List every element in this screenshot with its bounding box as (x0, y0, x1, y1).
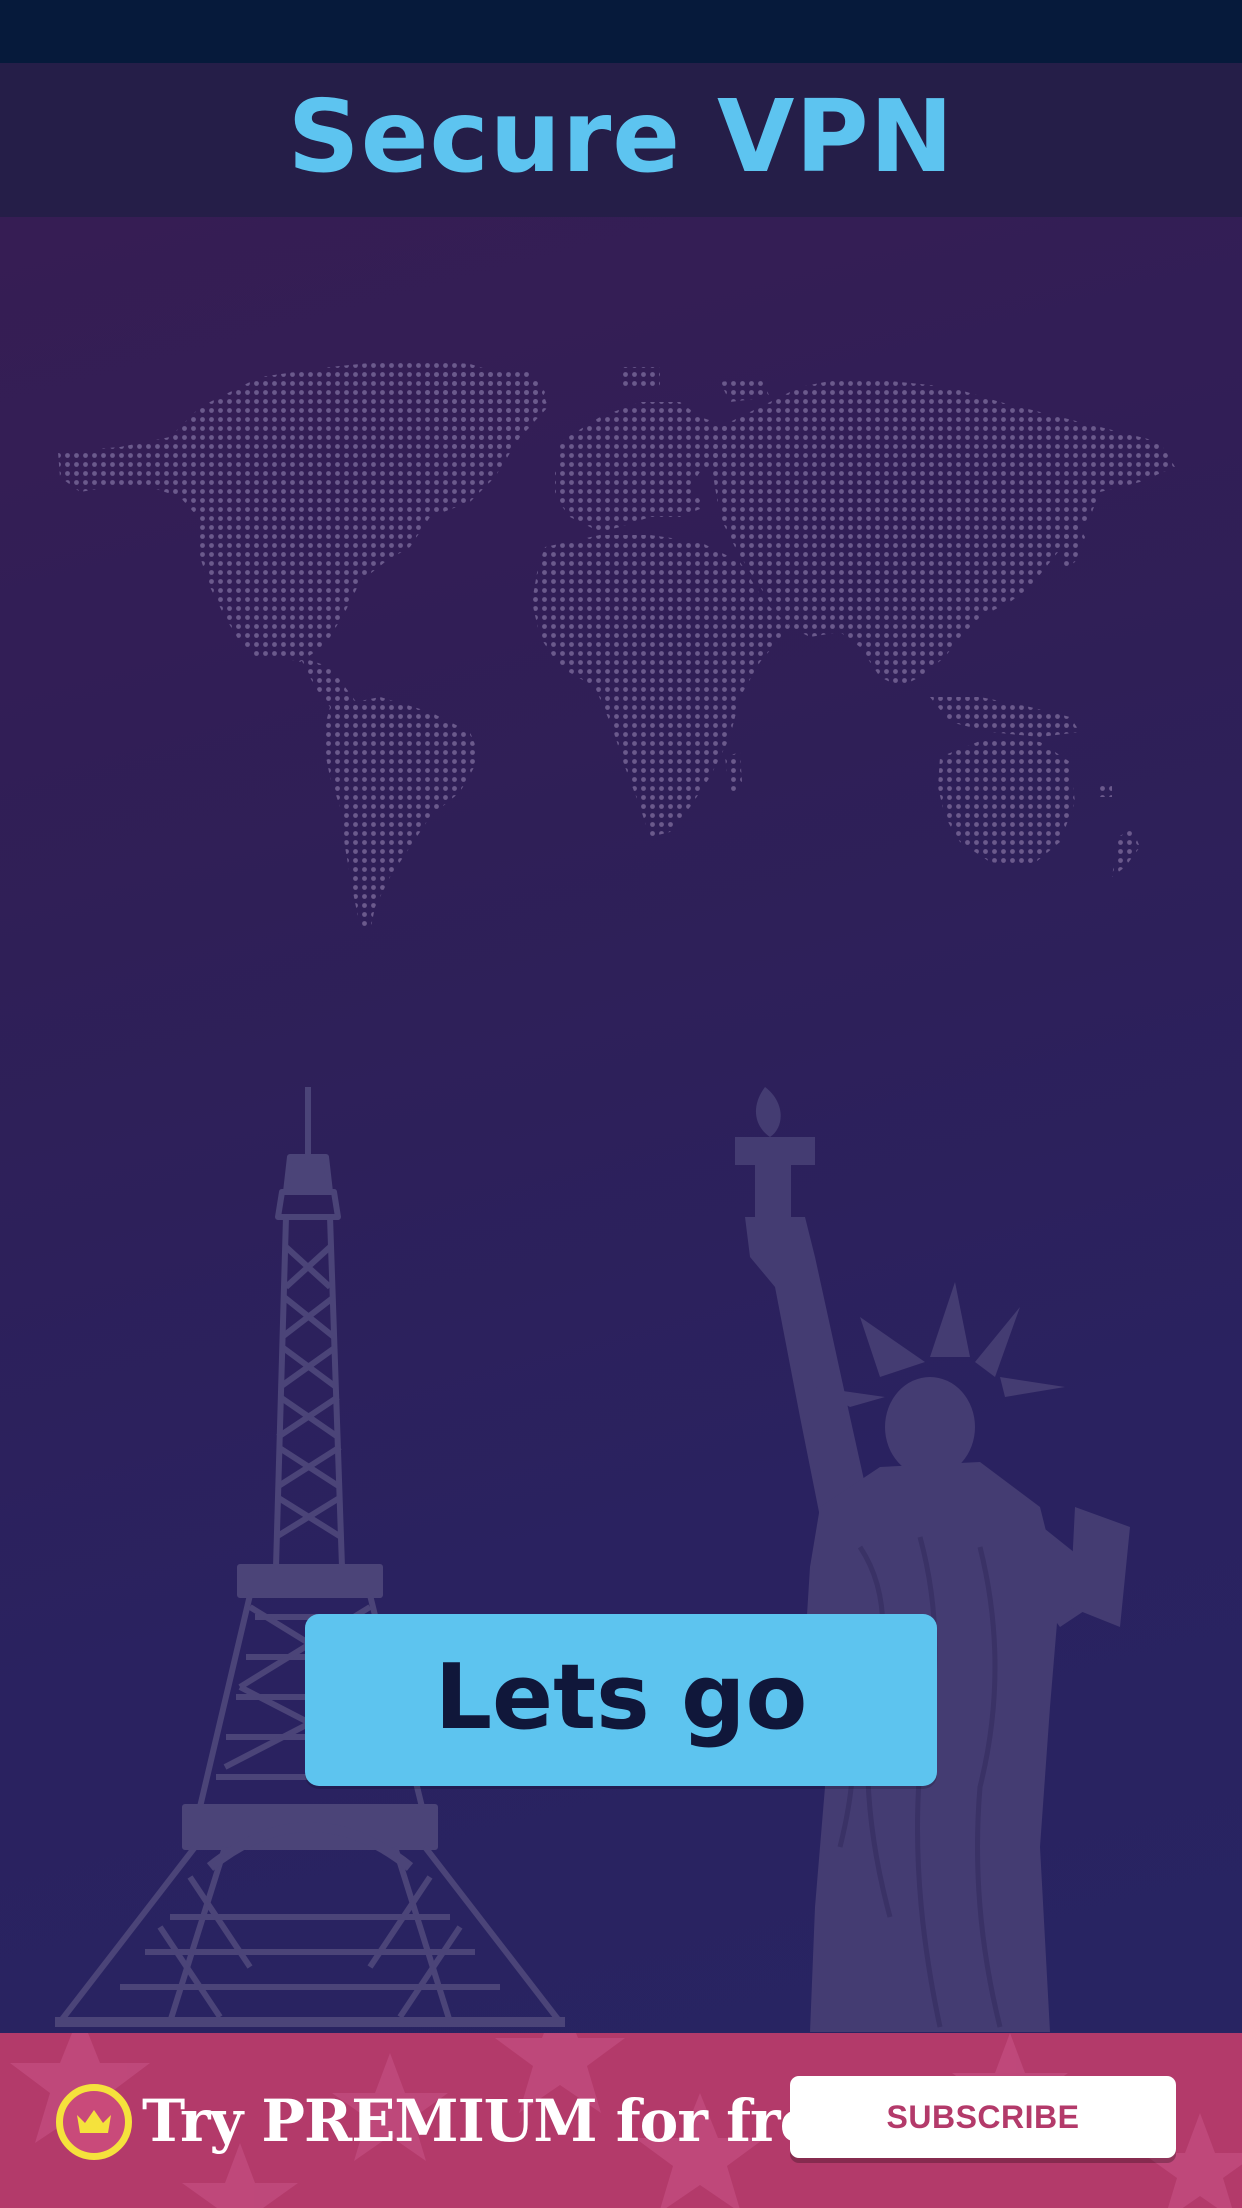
premium-promo-banner[interactable]: Try PREMIUM for free SUBSCRIBE (0, 2033, 1242, 2208)
crown-icon (56, 2084, 132, 2160)
app-title: Secure VPN (287, 78, 955, 195)
subscribe-button[interactable]: SUBSCRIBE (790, 2076, 1176, 2158)
lets-go-label: Lets go (434, 1645, 808, 1750)
statue-of-liberty-illustration (735, 1087, 1130, 2032)
status-bar (0, 0, 1242, 63)
main-content: Lets go (0, 217, 1242, 2033)
app-header: Secure VPN (0, 63, 1242, 217)
eiffel-tower-illustration (55, 1087, 565, 2027)
premium-promo-text: Try PREMIUM for free (142, 2087, 852, 2155)
subscribe-label: SUBSCRIBE (886, 2098, 1080, 2135)
world-map-illustration (58, 359, 1175, 932)
lets-go-button[interactable]: Lets go (305, 1614, 937, 1786)
